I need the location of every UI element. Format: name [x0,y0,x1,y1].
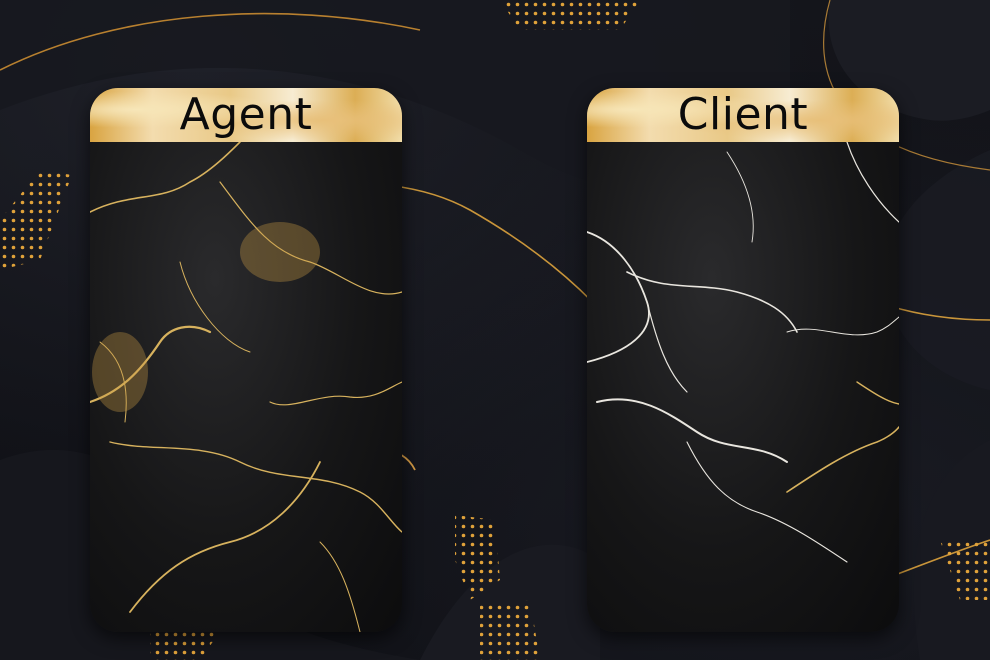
agent-card-marble [90,142,402,632]
dot-pattern [480,600,540,660]
wave-shape [884,150,990,390]
marble-veins [587,142,899,563]
client-card-marble [587,142,899,632]
marble-veins [90,142,402,632]
background-canvas: Agent Client [0,0,990,660]
client-card-title: Client [677,89,809,140]
agent-card-header: Agent [90,88,402,142]
agent-card[interactable]: Agent [90,88,402,632]
client-card[interactable]: Client [587,88,899,632]
client-card-header: Client [587,88,899,142]
dot-pattern [500,0,640,30]
dot-pattern [0,170,72,270]
agent-card-title: Agent [179,89,313,140]
